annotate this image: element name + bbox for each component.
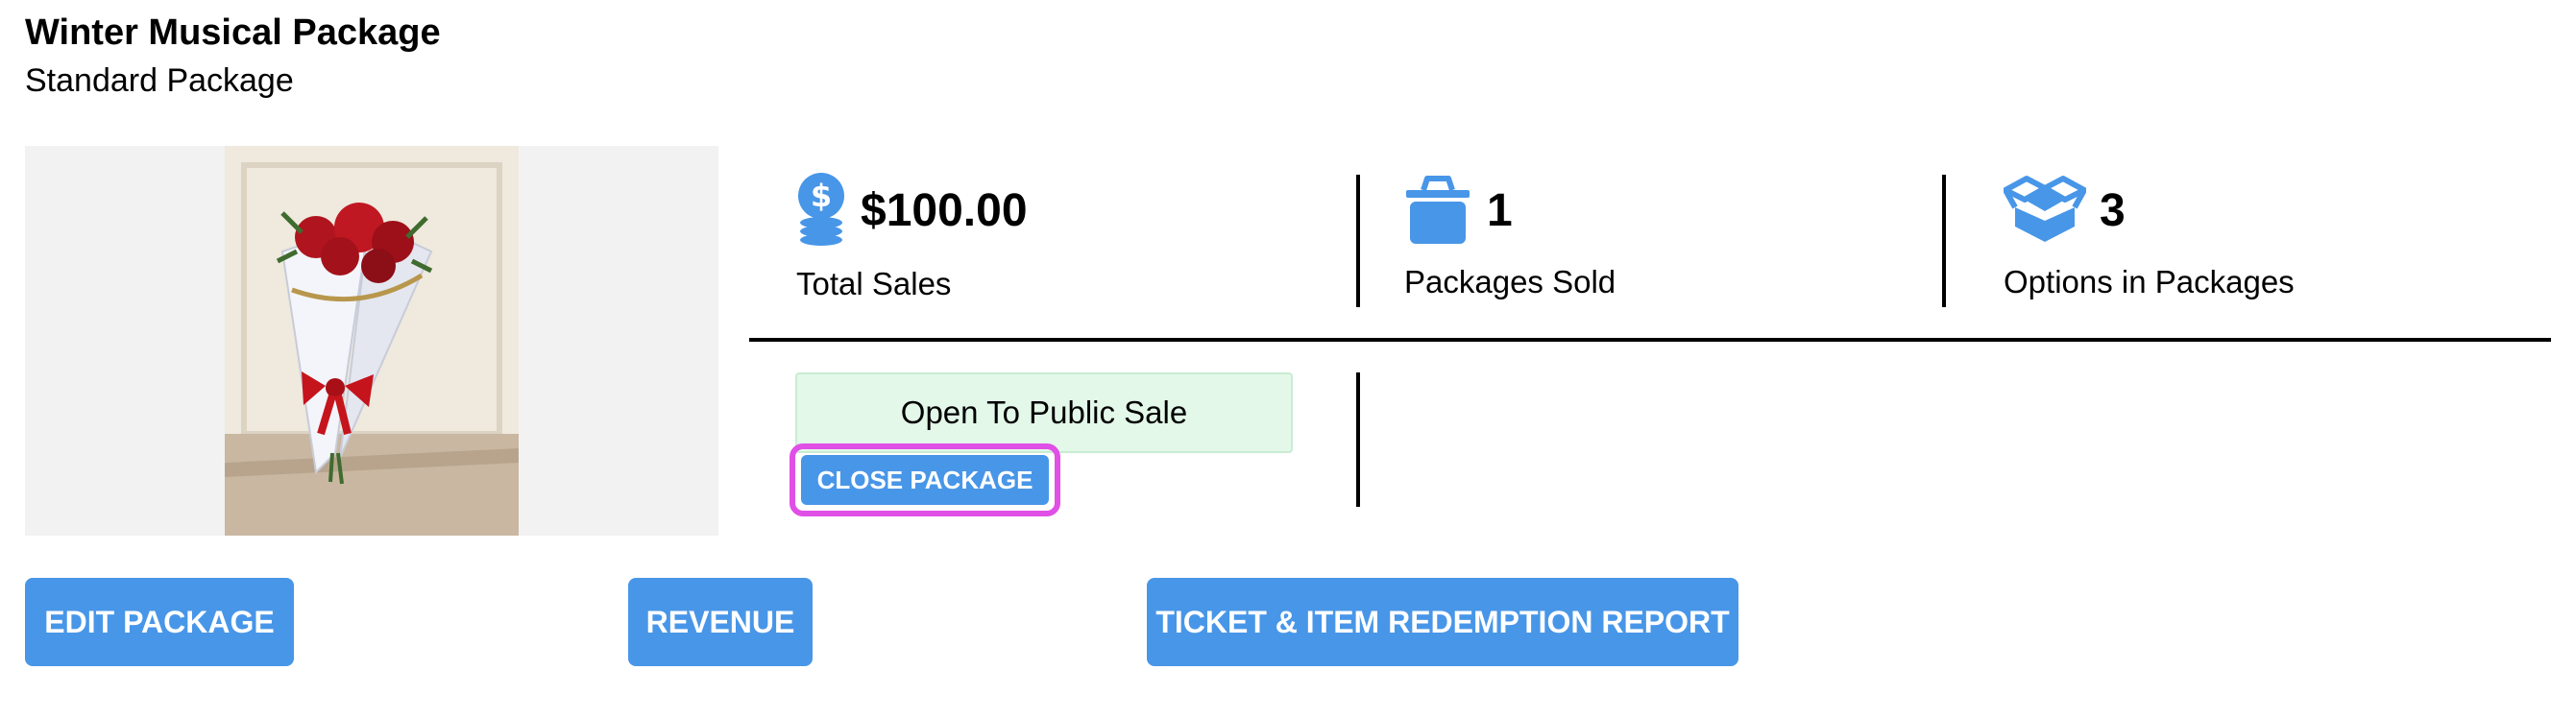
package-photo <box>225 146 519 536</box>
package-image-frame <box>25 146 718 536</box>
close-package-highlight: CLOSE PACKAGE <box>790 443 1060 516</box>
revenue-button[interactable]: REVENUE <box>628 578 813 666</box>
options-value: 3 <box>2100 185 2126 236</box>
options-label: Options in Packages <box>2004 264 2295 299</box>
edit-package-button[interactable]: EDIT PACKAGE <box>25 578 294 666</box>
ticket-item-redemption-report-button[interactable]: TICKET & ITEM REDEMPTION REPORT <box>1147 578 1738 666</box>
dollar-coins-icon: $ <box>798 173 844 246</box>
svg-text:$: $ <box>811 178 832 214</box>
open-box-icon <box>2004 176 2086 242</box>
stats-divider <box>749 338 2551 342</box>
package-detail-page: Winter Musical Package Standard Package <box>0 0 2576 718</box>
basket-icon <box>1406 176 1470 244</box>
packages-sold-label: Packages Sold <box>1404 264 1616 299</box>
total-sales-label: Total Sales <box>796 266 952 301</box>
total-sales-value: $100.00 <box>861 185 1028 236</box>
package-type: Standard Package <box>25 62 294 99</box>
close-package-button[interactable]: CLOSE PACKAGE <box>801 455 1049 505</box>
stat-divider <box>1942 175 1946 307</box>
packages-sold-value: 1 <box>1487 185 1513 236</box>
package-title: Winter Musical Package <box>25 12 441 53</box>
status-divider <box>1356 372 1360 507</box>
stat-divider <box>1356 175 1360 307</box>
sale-status-badge: Open To Public Sale <box>795 372 1293 453</box>
